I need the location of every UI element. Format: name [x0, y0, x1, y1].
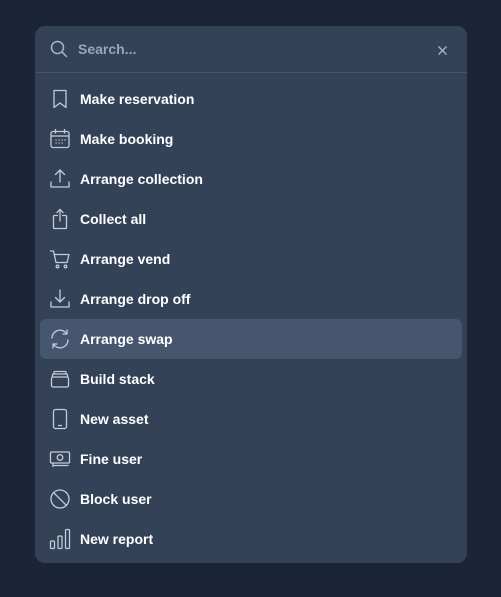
stack-icon: [49, 368, 71, 390]
menu-item-label: Make reservation: [80, 91, 195, 107]
menu-item-new-report[interactable]: New report: [40, 519, 462, 559]
menu-item-label: Arrange collection: [80, 171, 203, 187]
menu-item-label: Arrange drop off: [80, 291, 191, 307]
menu-item-label: Make booking: [80, 131, 174, 147]
menu-item-arrange-collection[interactable]: Arrange collection: [40, 159, 462, 199]
menu-item-make-booking[interactable]: Make booking: [40, 119, 462, 159]
menu-item-make-reservation[interactable]: Make reservation: [40, 79, 462, 119]
calendar-icon: [49, 128, 71, 150]
search-icon: [50, 40, 68, 58]
menu-item-collect-all[interactable]: Collect all: [40, 199, 462, 239]
menu-item-fine-user[interactable]: Fine user: [40, 439, 462, 479]
upload-icon: [49, 168, 71, 190]
menu-item-new-asset[interactable]: New asset: [40, 399, 462, 439]
menu-item-label: Collect all: [80, 211, 147, 227]
close-button[interactable]: [433, 41, 451, 59]
menu-item-label: New report: [80, 531, 154, 547]
menu-item-arrange-vend[interactable]: Arrange vend: [40, 239, 462, 279]
bar-chart-icon: [49, 528, 71, 550]
menu-item-block-user[interactable]: Block user: [40, 479, 462, 519]
close-icon: [437, 45, 447, 55]
action-list: Make reservation Make booking Arrange co…: [40, 79, 462, 559]
banknote-icon: [49, 448, 71, 470]
menu-item-arrange-drop-off[interactable]: Arrange drop off: [40, 279, 462, 319]
command-palette: Make reservation Make booking: [35, 26, 467, 563]
menu-item-label: Arrange swap: [80, 331, 173, 347]
cart-icon: [49, 248, 71, 270]
share-icon: [49, 208, 71, 230]
menu-item-label: Arrange vend: [80, 251, 171, 267]
menu-item-label: New asset: [80, 411, 149, 427]
search-input[interactable]: [78, 37, 418, 61]
refresh-icon: [49, 328, 71, 350]
device-icon: [49, 408, 71, 430]
download-icon: [49, 288, 71, 310]
bookmark-icon: [49, 88, 71, 110]
search-bar: [35, 26, 467, 73]
menu-item-label: Block user: [80, 491, 152, 507]
menu-item-label: Build stack: [80, 371, 155, 387]
menu-item-arrange-swap[interactable]: Arrange swap: [40, 319, 462, 359]
menu-item-build-stack[interactable]: Build stack: [40, 359, 462, 399]
menu-item-label: Fine user: [80, 451, 143, 467]
block-icon: [49, 488, 71, 510]
